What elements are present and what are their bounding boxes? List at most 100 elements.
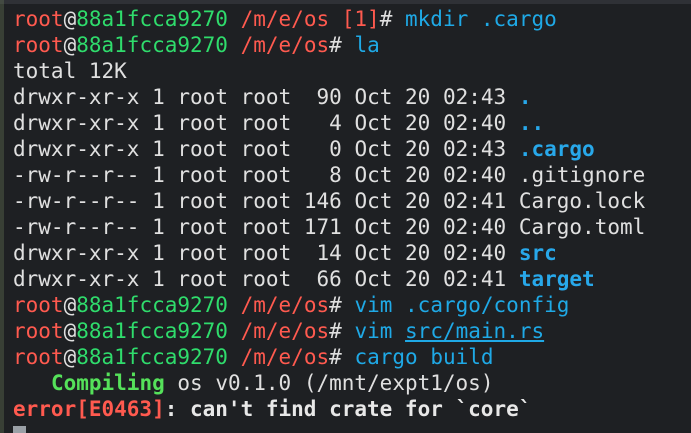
file-size: 171 [303,215,342,239]
prompt-at: @ [63,319,77,343]
terminal-output: root@88a1fcca9270 /m/e/os [1]# mkdir .ca… [13,6,685,422]
file-owner: root [177,241,228,265]
prompt-at: @ [63,293,77,317]
file-date: Oct 20 02:43 [354,137,507,161]
prompt-at: @ [63,33,77,57]
file-group: root [240,215,292,239]
file-date: Oct 20 02:40 [354,215,507,239]
prompt-at: @ [63,345,77,369]
command-argument: build [430,345,494,369]
prompt-user: root [13,319,64,343]
prompt-line: root@88a1fcca9270 /m/e/os# vim .cargo/co… [13,292,685,318]
prompt-symbol: # [329,319,342,343]
command-name: vim [354,293,393,317]
prompt-host: 88a1fcca9270 [76,33,228,57]
command-argument-path: src/main.rs [405,319,545,343]
listing-row: drwxr-xr-x 1 root root 90 Oct 20 02:43 . [13,84,685,110]
listing-row: drwxr-xr-x 1 root root 14 Oct 20 02:40 s… [13,240,685,266]
listing-row: -rw-r--r-- 1 root root 8 Oct 20 02:40 .g… [13,162,685,188]
file-size: 146 [303,189,342,213]
command-argument: .cargo [480,7,557,31]
file-name: .gitignore [518,163,646,187]
build-compiling-line: Compiling os v0.1.0 (/mnt/expt1/os) [13,370,685,396]
file-owner: root [177,85,228,109]
file-size: 14 [303,241,342,265]
prompt-host: 88a1fcca9270 [76,345,228,369]
file-group: root [240,111,292,135]
file-permissions: -rw-r--r-- [13,215,140,239]
file-links: 1 [152,85,165,109]
prompt-host: 88a1fcca9270 [76,293,228,317]
file-name: src [518,241,557,265]
file-permissions: -rw-r--r-- [13,189,140,213]
left-gutter [0,0,4,433]
file-date: Oct 20 02:41 [354,189,507,213]
listing-row: -rw-r--r-- 1 root root 171 Oct 20 02:40 … [13,214,685,240]
previous-output-strip [0,0,691,4]
prompt-line: root@88a1fcca9270 /m/e/os# la [13,32,685,58]
prompt-line: root@88a1fcca9270 /m/e/os# vim src/main.… [13,318,685,344]
command-name: mkdir [405,7,469,31]
file-group: root [240,85,292,109]
file-links: 1 [152,111,165,135]
file-permissions: -rw-r--r-- [13,163,140,187]
file-links: 1 [152,189,165,213]
prompt-host: 88a1fcca9270 [76,7,228,31]
file-permissions: drwxr-xr-x [13,137,140,161]
file-name: Cargo.toml [518,215,646,239]
file-permissions: drwxr-xr-x [13,85,140,109]
file-links: 1 [152,241,165,265]
build-error-line: error[E0463]: can't find crate for `core… [13,396,685,422]
file-owner: root [177,111,228,135]
prompt-user: root [13,7,64,31]
file-owner: root [177,137,228,161]
file-size: 8 [303,163,342,187]
file-date: Oct 20 02:43 [354,85,507,109]
listing-row: drwxr-xr-x 1 root root 0 Oct 20 02:43 .c… [13,136,685,162]
prompt-line: root@88a1fcca9270 /m/e/os# cargo build [13,344,685,370]
prompt-symbol: # [329,293,342,317]
file-date: Oct 20 02:41 [354,267,507,291]
prompt-at: @ [63,7,77,31]
listing-row: drwxr-xr-x 1 root root 66 Oct 20 02:41 t… [13,266,685,292]
file-size: 90 [303,85,342,109]
file-group: root [240,267,292,291]
file-name: target [518,267,595,291]
compiling-text: os v0.1.0 (/mnt/expt1/os) [177,371,494,395]
file-owner: root [177,163,228,187]
prompt-line: root@88a1fcca9270 /m/e/os [1]# mkdir .ca… [13,6,685,32]
file-name: .cargo [518,137,595,161]
prompt-path: /m/e/os [240,293,330,317]
file-links: 1 [152,137,165,161]
compiling-label: Compiling [50,371,165,395]
error-message: : can't find crate for `core` [164,397,532,421]
terminal-cursor [13,426,26,433]
prompt-symbol: # [379,7,393,31]
file-group: root [240,189,292,213]
terminal-window[interactable]: root@88a1fcca9270 /m/e/os [1]# mkdir .ca… [0,0,691,433]
prompt-path: /m/e/os [240,319,330,343]
prompt-user: root [13,293,64,317]
file-name: .. [518,111,545,135]
file-links: 1 [152,163,165,187]
prompt-symbol: # [329,33,342,57]
file-group: root [240,241,292,265]
file-owner: root [177,267,228,291]
file-permissions: drwxr-xr-x [13,111,140,135]
listing-row: -rw-r--r-- 1 root root 146 Oct 20 02:41 … [13,188,685,214]
command-name: cargo [354,345,418,369]
error-code: error[E0463] [13,397,165,421]
file-name: . [518,85,532,109]
command-name: vim [354,319,393,343]
file-size: 4 [303,111,342,135]
prompt-path: /m/e/os [240,7,330,31]
prompt-path: /m/e/os [240,345,330,369]
prompt-user: root [13,33,64,57]
command-argument: .cargo/config [405,293,570,317]
file-permissions: drwxr-xr-x [13,267,140,291]
file-links: 1 [152,215,165,239]
file-group: root [240,163,292,187]
file-size: 66 [303,267,342,291]
prompt-status: [1] [329,7,380,31]
prompt-symbol: # [329,345,342,369]
